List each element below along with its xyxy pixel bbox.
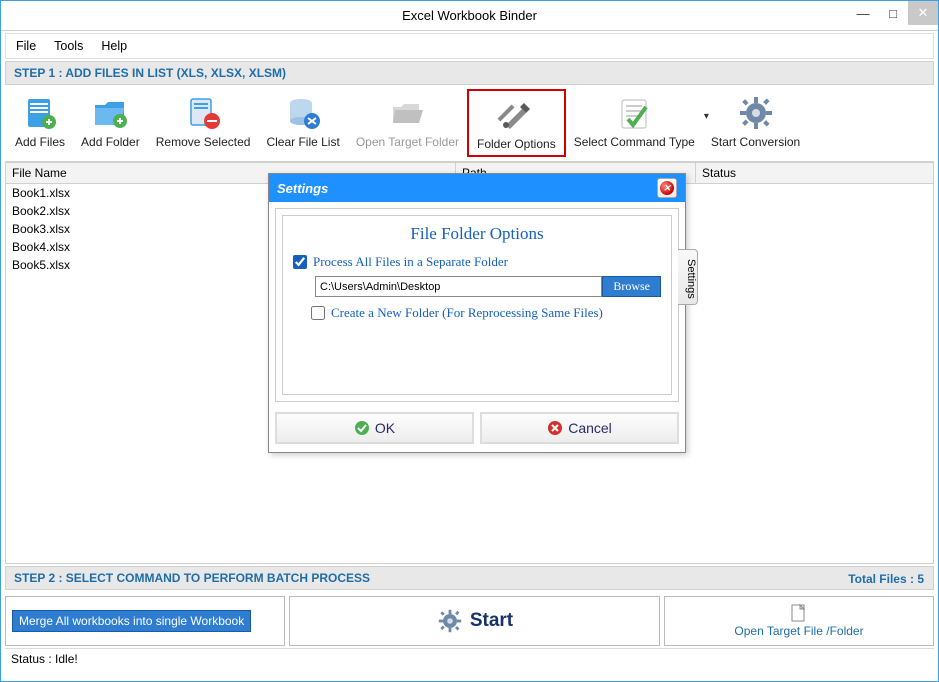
folder-options-button[interactable]: Folder Options — [467, 89, 566, 157]
menu-help[interactable]: Help — [101, 39, 127, 53]
cancel-icon — [547, 420, 563, 436]
step1-header: STEP 1 : ADD FILES IN LIST (XLS, XLSX, X… — [5, 61, 934, 85]
toolbar-label: Add Files — [15, 135, 65, 149]
start-label: Start — [470, 610, 513, 632]
open-target-button[interactable]: Open Target File /Folder — [664, 596, 934, 646]
settings-dialog: Settings ✕ Settings File Folder Options … — [268, 173, 686, 453]
merge-command-box: Merge All workbooks into single Workbook — [5, 596, 285, 646]
open-target-folder-button[interactable]: Open Target Folder — [348, 89, 467, 153]
clear-list-button[interactable]: Clear File List — [258, 89, 347, 153]
add-folder-button[interactable]: Add Folder — [73, 89, 148, 153]
col-header-status[interactable]: Status — [696, 163, 933, 183]
toolbar-label: Add Folder — [81, 135, 140, 149]
process-all-label: Process All Files in a Separate Folder — [313, 254, 508, 270]
maximize-button[interactable]: □ — [878, 1, 908, 25]
ok-button[interactable]: OK — [275, 412, 474, 444]
bottom-bar: Merge All workbooks into single Workbook… — [5, 596, 934, 646]
process-all-checkbox[interactable] — [293, 255, 307, 269]
settings-side-tab[interactable]: Settings — [678, 249, 698, 305]
toolbar-label: Remove Selected — [156, 135, 251, 149]
cancel-label: Cancel — [568, 420, 612, 436]
create-new-checkbox[interactable] — [311, 306, 325, 320]
toolbar-label: Folder Options — [477, 137, 556, 151]
statusbar: Status : Idle! — [5, 648, 934, 669]
toolbar-label: Select Command Type — [574, 135, 695, 149]
dialog-close-button[interactable]: ✕ — [657, 178, 677, 198]
dialog-title-text: Settings — [277, 181, 328, 196]
ok-label: OK — [375, 420, 395, 436]
add-folder-icon — [90, 93, 130, 133]
gear-icon — [436, 607, 464, 635]
remove-selected-icon — [183, 93, 223, 133]
start-conversion-button[interactable]: Start Conversion — [703, 89, 808, 153]
gear-icon — [736, 93, 776, 133]
menubar: File Tools Help — [5, 33, 934, 59]
folder-path-input[interactable] — [315, 276, 602, 297]
open-target-label: Open Target File /Folder — [734, 624, 863, 638]
toolbar: Add Files Add Folder Remove Selected Cle… — [5, 85, 934, 162]
start-button[interactable]: Start — [289, 596, 660, 646]
close-button[interactable]: ✕ — [908, 1, 938, 25]
tools-icon — [496, 95, 536, 135]
cancel-button[interactable]: Cancel — [480, 412, 679, 444]
toolbar-label: Start Conversion — [711, 135, 800, 149]
minimize-button[interactable]: — — [848, 1, 878, 25]
toolbar-label: Open Target Folder — [356, 135, 459, 149]
dialog-heading: File Folder Options — [293, 224, 661, 244]
merge-command-label[interactable]: Merge All workbooks into single Workbook — [12, 610, 251, 632]
select-command-button[interactable]: Select Command Type ▾ — [566, 89, 703, 153]
menu-file[interactable]: File — [16, 39, 36, 53]
browse-button[interactable]: Browse — [602, 276, 661, 297]
window-title: Excel Workbook Binder — [1, 8, 938, 23]
dialog-titlebar[interactable]: Settings ✕ — [269, 174, 685, 202]
titlebar: Excel Workbook Binder — □ ✕ — [1, 1, 938, 31]
clear-list-icon — [283, 93, 323, 133]
remove-selected-button[interactable]: Remove Selected — [148, 89, 259, 153]
folder-open-icon — [387, 93, 427, 133]
menu-tools[interactable]: Tools — [54, 39, 83, 53]
create-new-label: Create a New Folder (For Reprocessing Sa… — [331, 305, 603, 321]
add-files-icon — [20, 93, 60, 133]
checklist-icon — [614, 93, 654, 133]
document-icon — [789, 604, 809, 622]
step2-header: STEP 2 : SELECT COMMAND TO PERFORM BATCH… — [5, 566, 934, 590]
add-files-button[interactable]: Add Files — [7, 89, 73, 153]
close-icon: ✕ — [660, 181, 674, 195]
status-text: Status : Idle! — [11, 652, 78, 666]
toolbar-label: Clear File List — [266, 135, 339, 149]
ok-icon — [354, 420, 370, 436]
